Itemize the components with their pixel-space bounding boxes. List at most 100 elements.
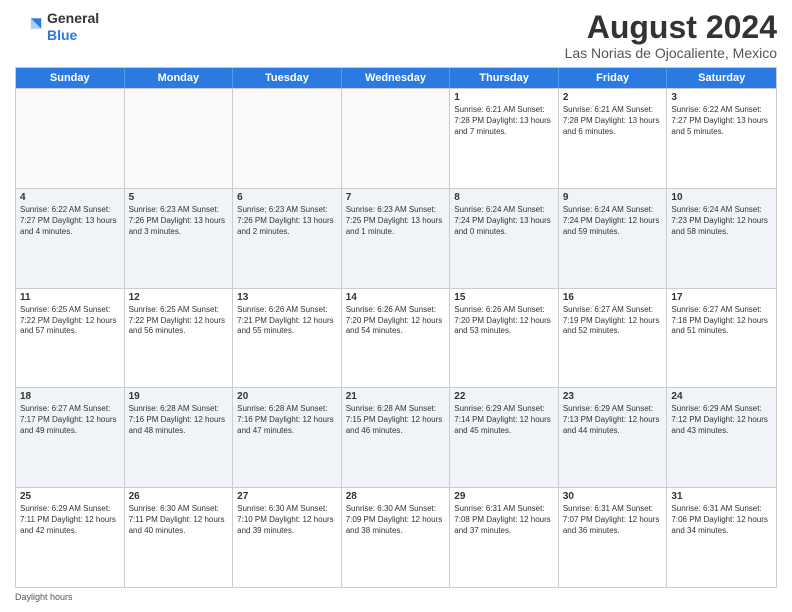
day-number: 13	[237, 292, 337, 303]
cal-day-26: 26 Sunrise: 6:30 AM Sunset: 7:11 PM Dayli…	[125, 488, 234, 587]
cal-week-2: 4Sunrise: 6:22 AM Sunset: 7:27 PM Daylig…	[16, 188, 776, 288]
cal-header-tuesday: Tuesday	[233, 68, 342, 88]
logo-icon	[15, 13, 43, 41]
cal-cell-empty	[342, 89, 451, 188]
cal-cell-empty	[125, 89, 234, 188]
calendar-header: SundayMondayTuesdayWednesdayThursdayFrid…	[16, 68, 776, 88]
cal-day-17: 17 Sunrise: 6:27 AM Sunset: 7:18 PM Dayli…	[667, 289, 776, 388]
cal-header-thursday: Thursday	[450, 68, 559, 88]
day-info: Sunrise: 6:21 AM Sunset: 7:28 PM Dayligh…	[454, 105, 554, 137]
day-number: 25	[20, 491, 120, 502]
cal-day-31: 31 Sunrise: 6:31 AM Sunset: 7:06 PM Dayli…	[667, 488, 776, 587]
cal-day-1: 1 Sunrise: 6:21 AM Sunset: 7:28 PM Daylig…	[450, 89, 559, 188]
day-number: 1	[454, 92, 554, 103]
cal-day-7: 7 Sunrise: 6:23 AM Sunset: 7:25 PM Daylig…	[342, 189, 451, 288]
day-info: Sunrise: 6:25 AM Sunset: 7:22 PM Dayligh…	[129, 305, 229, 337]
day-number: 22	[454, 391, 554, 402]
day-number: 17	[671, 292, 772, 303]
day-number: 28	[346, 491, 446, 502]
day-info: Sunrise: 6:30 AM Sunset: 7:09 PM Dayligh…	[346, 504, 446, 536]
logo-general: General	[47, 10, 99, 27]
day-number: 24	[671, 391, 772, 402]
day-info: Sunrise: 6:29 AM Sunset: 7:12 PM Dayligh…	[671, 404, 772, 436]
day-number: 20	[237, 391, 337, 402]
footer-text: Daylight hours	[15, 592, 73, 602]
cal-week-1: 1 Sunrise: 6:21 AM Sunset: 7:28 PM Daylig…	[16, 88, 776, 188]
cal-day-20: 20 Sunrise: 6:28 AM Sunset: 7:16 PM Dayli…	[233, 388, 342, 487]
day-info: Sunrise: 6:26 AM Sunset: 7:20 PM Dayligh…	[346, 305, 446, 337]
day-info: Sunrise: 6:22 AM Sunset: 7:27 PM Dayligh…	[671, 105, 772, 137]
logo-text: General Blue	[47, 10, 99, 44]
cal-day-21: 21Sunrise: 6:28 AM Sunset: 7:15 PM Dayli…	[342, 388, 451, 487]
day-number: 26	[129, 491, 229, 502]
day-number: 14	[346, 292, 446, 303]
day-number: 8	[454, 192, 554, 203]
day-info: Sunrise: 6:27 AM Sunset: 7:19 PM Dayligh…	[563, 305, 663, 337]
day-info: Sunrise: 6:28 AM Sunset: 7:16 PM Dayligh…	[129, 404, 229, 436]
day-number: 5	[129, 192, 229, 203]
cal-header-saturday: Saturday	[667, 68, 776, 88]
day-number: 3	[671, 92, 772, 103]
day-info: Sunrise: 6:30 AM Sunset: 7:11 PM Dayligh…	[129, 504, 229, 536]
day-info: Sunrise: 6:21 AM Sunset: 7:28 PM Dayligh…	[563, 105, 663, 137]
day-info: Sunrise: 6:24 AM Sunset: 7:24 PM Dayligh…	[563, 205, 663, 237]
day-number: 11	[20, 292, 120, 303]
day-info: Sunrise: 6:23 AM Sunset: 7:25 PM Dayligh…	[346, 205, 446, 237]
day-info: Sunrise: 6:29 AM Sunset: 7:14 PM Dayligh…	[454, 404, 554, 436]
day-info: Sunrise: 6:23 AM Sunset: 7:26 PM Dayligh…	[129, 205, 229, 237]
cal-day-14: 14 Sunrise: 6:26 AM Sunset: 7:20 PM Dayli…	[342, 289, 451, 388]
day-info: Sunrise: 6:29 AM Sunset: 7:13 PM Dayligh…	[563, 404, 663, 436]
day-number: 31	[671, 491, 772, 502]
day-number: 23	[563, 391, 663, 402]
day-number: 7	[346, 192, 446, 203]
cal-day-16: 16Sunrise: 6:27 AM Sunset: 7:19 PM Dayli…	[559, 289, 668, 388]
cal-week-4: 18Sunrise: 6:27 AM Sunset: 7:17 PM Dayli…	[16, 387, 776, 487]
day-number: 9	[563, 192, 663, 203]
header: General Blue August 2024 Las Norias de O…	[15, 10, 777, 61]
day-info: Sunrise: 6:26 AM Sunset: 7:21 PM Dayligh…	[237, 305, 337, 337]
cal-cell-empty	[16, 89, 125, 188]
cal-day-29: 29Sunrise: 6:31 AM Sunset: 7:08 PM Dayli…	[450, 488, 559, 587]
day-number: 27	[237, 491, 337, 502]
cal-day-5: 5 Sunrise: 6:23 AM Sunset: 7:26 PM Daylig…	[125, 189, 234, 288]
logo-blue: Blue	[47, 27, 99, 44]
day-info: Sunrise: 6:24 AM Sunset: 7:24 PM Dayligh…	[454, 205, 554, 237]
day-info: Sunrise: 6:27 AM Sunset: 7:18 PM Dayligh…	[671, 305, 772, 337]
cal-day-25: 25Sunrise: 6:29 AM Sunset: 7:11 PM Dayli…	[16, 488, 125, 587]
day-info: Sunrise: 6:27 AM Sunset: 7:17 PM Dayligh…	[20, 404, 120, 436]
cal-day-2: 2 Sunrise: 6:21 AM Sunset: 7:28 PM Daylig…	[559, 89, 668, 188]
cal-day-13: 13 Sunrise: 6:26 AM Sunset: 7:21 PM Dayli…	[233, 289, 342, 388]
day-number: 30	[563, 491, 663, 502]
page-title: August 2024	[565, 10, 777, 45]
cal-day-18: 18Sunrise: 6:27 AM Sunset: 7:17 PM Dayli…	[16, 388, 125, 487]
day-number: 10	[671, 192, 772, 203]
cal-day-12: 12 Sunrise: 6:25 AM Sunset: 7:22 PM Dayli…	[125, 289, 234, 388]
cal-cell-empty	[233, 89, 342, 188]
day-number: 6	[237, 192, 337, 203]
calendar-body: 1 Sunrise: 6:21 AM Sunset: 7:28 PM Daylig…	[16, 88, 776, 587]
day-info: Sunrise: 6:31 AM Sunset: 7:08 PM Dayligh…	[454, 504, 554, 536]
cal-day-10: 10 Sunrise: 6:24 AM Sunset: 7:23 PM Dayli…	[667, 189, 776, 288]
day-info: Sunrise: 6:23 AM Sunset: 7:26 PM Dayligh…	[237, 205, 337, 237]
footer: Daylight hours	[15, 592, 777, 602]
day-info: Sunrise: 6:26 AM Sunset: 7:20 PM Dayligh…	[454, 305, 554, 337]
title-block: August 2024 Las Norias de Ojocaliente, M…	[565, 10, 777, 61]
cal-day-28: 28 Sunrise: 6:30 AM Sunset: 7:09 PM Dayli…	[342, 488, 451, 587]
cal-day-22: 22 Sunrise: 6:29 AM Sunset: 7:14 PM Dayli…	[450, 388, 559, 487]
day-info: Sunrise: 6:28 AM Sunset: 7:16 PM Dayligh…	[237, 404, 337, 436]
logo: General Blue	[15, 10, 99, 44]
cal-day-6: 6 Sunrise: 6:23 AM Sunset: 7:26 PM Daylig…	[233, 189, 342, 288]
calendar: SundayMondayTuesdayWednesdayThursdayFrid…	[15, 67, 777, 588]
cal-day-8: 8 Sunrise: 6:24 AM Sunset: 7:24 PM Daylig…	[450, 189, 559, 288]
day-number: 12	[129, 292, 229, 303]
cal-day-15: 15Sunrise: 6:26 AM Sunset: 7:20 PM Dayli…	[450, 289, 559, 388]
day-number: 19	[129, 391, 229, 402]
day-number: 2	[563, 92, 663, 103]
cal-day-30: 30 Sunrise: 6:31 AM Sunset: 7:07 PM Dayli…	[559, 488, 668, 587]
cal-week-5: 25Sunrise: 6:29 AM Sunset: 7:11 PM Dayli…	[16, 487, 776, 587]
day-info: Sunrise: 6:31 AM Sunset: 7:07 PM Dayligh…	[563, 504, 663, 536]
day-info: Sunrise: 6:24 AM Sunset: 7:23 PM Dayligh…	[671, 205, 772, 237]
day-info: Sunrise: 6:25 AM Sunset: 7:22 PM Dayligh…	[20, 305, 120, 337]
day-number: 4	[20, 192, 120, 203]
day-info: Sunrise: 6:31 AM Sunset: 7:06 PM Dayligh…	[671, 504, 772, 536]
